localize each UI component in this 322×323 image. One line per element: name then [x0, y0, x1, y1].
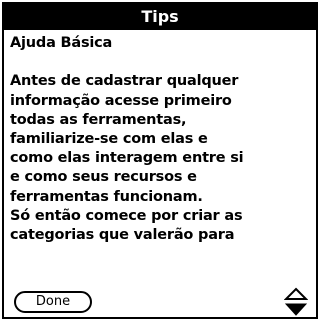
scroll-down-arrow-icon[interactable] — [284, 303, 308, 316]
tips-heading: Ajuda Básica — [10, 35, 113, 51]
scroll-arrows — [284, 287, 308, 317]
tips-line: ferramentas funcionam. — [10, 188, 203, 205]
tips-line: Antes de cadastrar qualquer — [10, 73, 239, 90]
scroll-up-arrow-icon[interactable] — [284, 287, 308, 300]
tips-content: Ajuda Básica Antes de cadastrar qualquer… — [10, 34, 310, 245]
tips-dialog: Tips Ajuda Básica Antes de cadastrar qua… — [2, 2, 318, 319]
tips-line: informação acesse primeiro — [10, 92, 232, 109]
tips-line: como elas interagem entre si — [10, 150, 244, 167]
tips-line: familiarize-se com elas e — [10, 131, 208, 147]
tips-line: e como seus recursos e — [10, 169, 197, 186]
dialog-title: Tips — [4, 4, 316, 30]
tips-line: Só então comece por criar as — [10, 207, 243, 224]
done-button[interactable]: Done — [14, 291, 92, 313]
tips-line: todas as ferramentas, — [10, 111, 187, 128]
tips-line: categorias que valerão para — [10, 227, 235, 244]
